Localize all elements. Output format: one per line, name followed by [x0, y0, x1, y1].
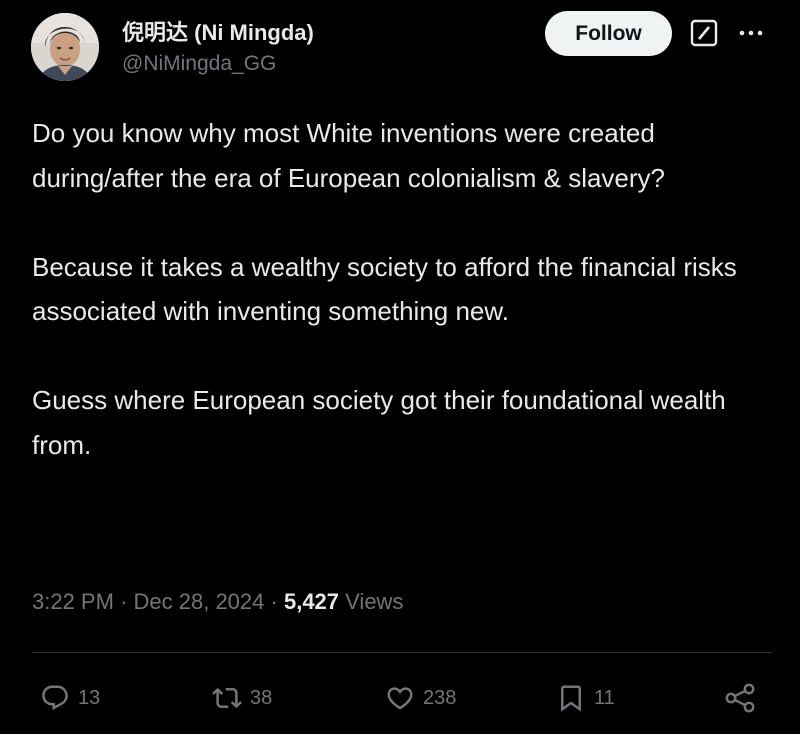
views-count: 5,427 [283, 589, 340, 614]
follow-button[interactable]: Follow [545, 11, 672, 56]
tweet-card: 倪明达 (Ni Mingda) @NiMingda_GG Follow Do y… [0, 0, 800, 734]
bookmark-button[interactable]: 11 [556, 678, 615, 718]
tweet-date[interactable]: Dec 28, 2024 [134, 589, 265, 614]
author-handle[interactable]: @NiMingda_GG [122, 52, 276, 76]
author-display-name[interactable]: 倪明达 (Ni Mingda) [122, 15, 314, 47]
share-button[interactable] [722, 678, 758, 718]
bookmark-count: 11 [594, 686, 615, 709]
meta-separator: · [120, 589, 128, 614]
reply-count: 13 [78, 686, 101, 709]
author-avatar[interactable] [31, 13, 99, 81]
bookmark-icon [561, 685, 581, 712]
views-label: Views [345, 589, 404, 614]
reply-icon [42, 685, 68, 711]
tweet-text: Do you know why most White inventions we… [32, 111, 772, 467]
grok-icon[interactable] [690, 19, 718, 47]
reply-button[interactable]: 13 [40, 678, 100, 718]
tweet-paragraph: Guess where European society got their f… [32, 385, 726, 460]
share-icon [725, 683, 755, 713]
more-options-icon[interactable] [736, 22, 766, 44]
tweet-meta: 3:22 PM · Dec 28, 2024 · 5,427 Views [32, 589, 403, 615]
like-count: 238 [423, 686, 457, 709]
repost-icon [212, 687, 242, 709]
profile-photo-icon [31, 13, 99, 81]
repost-button[interactable]: 38 [212, 678, 272, 718]
tweet-time[interactable]: 3:22 PM [32, 589, 114, 614]
meta-separator: · [270, 589, 278, 614]
like-button[interactable]: 238 [385, 678, 456, 718]
repost-count: 38 [250, 686, 273, 709]
heart-icon [387, 687, 413, 710]
tweet-paragraph: Do you know why most White inventions we… [32, 118, 666, 193]
divider [32, 652, 772, 653]
tweet-paragraph: Because it takes a wealthy society to af… [32, 251, 737, 327]
